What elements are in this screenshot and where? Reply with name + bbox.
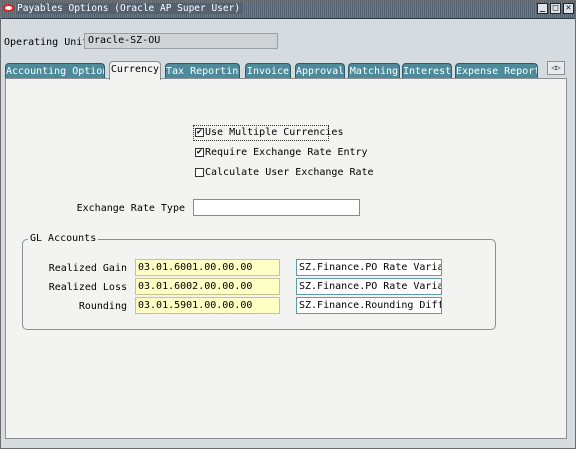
- use-multiple-currencies-label: Use Multiple Currencies: [205, 127, 344, 138]
- calculate-user-exchange-rate-checkbox[interactable]: [195, 168, 204, 177]
- currency-tab-panel: ✔ Use Multiple Currencies ✔ Require Exch…: [5, 78, 567, 439]
- tab-tax-reporting[interactable]: Tax Reporting: [165, 63, 240, 79]
- exchange-rate-type-input[interactable]: [193, 199, 360, 216]
- gl-accounts-title: GL Accounts: [28, 233, 99, 244]
- tab-bar: Accounting Option Currency Tax Reporting…: [5, 61, 571, 80]
- tab-expense-report[interactable]: Expense Report: [455, 63, 538, 79]
- realized-loss-description[interactable]: SZ.Finance.PO Rate Variance: [296, 278, 442, 295]
- require-exchange-rate-entry-label: Require Exchange Rate Entry: [205, 147, 368, 158]
- realized-loss-account-input[interactable]: 03.01.6002.00.00.00: [135, 278, 280, 295]
- realized-gain-description[interactable]: SZ.Finance.PO Rate Variance: [296, 259, 442, 276]
- exchange-rate-type-label: Exchange Rate Type: [76, 203, 185, 214]
- tab-accounting-option[interactable]: Accounting Option: [5, 63, 105, 79]
- calculate-user-exchange-rate-label: Calculate User Exchange Rate: [205, 167, 374, 178]
- rounding-description[interactable]: SZ.Finance.Rounding Differe: [296, 297, 442, 314]
- operating-unit-field[interactable]: Oracle-SZ-OU: [84, 33, 278, 49]
- oracle-logo-icon: [3, 4, 14, 12]
- gl-accounts-group: GL Accounts Realized Gain 03.01.6001.00.…: [22, 233, 496, 330]
- tab-interest[interactable]: Interest: [402, 63, 452, 79]
- window-title: Payables Options (Oracle AP Super User): [17, 3, 244, 14]
- title-bar[interactable]: Payables Options (Oracle AP Super User) …: [1, 1, 575, 19]
- realized-loss-label: Realized Loss: [48, 282, 127, 293]
- tab-scroll-arrows-icon[interactable]: ◁▷: [547, 61, 565, 75]
- require-exchange-rate-entry-checkbox[interactable]: ✔: [195, 148, 204, 157]
- rounding-account-input[interactable]: 03.01.5901.00.00.00: [135, 297, 280, 314]
- minimize-button[interactable]: _: [537, 3, 548, 14]
- realized-gain-account-input[interactable]: 03.01.6001.00.00.00: [135, 259, 280, 276]
- tab-invoice[interactable]: Invoice: [245, 63, 291, 79]
- operating-unit-label: Operating Unit: [4, 37, 89, 48]
- rounding-label: Rounding: [78, 301, 127, 312]
- tab-matching[interactable]: Matching: [348, 63, 400, 79]
- maximize-button[interactable]: □: [550, 3, 561, 14]
- payables-options-window: Payables Options (Oracle AP Super User) …: [0, 0, 576, 449]
- tab-currency[interactable]: Currency: [109, 61, 161, 80]
- use-multiple-currencies-checkbox[interactable]: ✔: [195, 128, 204, 137]
- tab-approval[interactable]: Approval: [295, 63, 345, 79]
- close-button[interactable]: ✕: [563, 3, 574, 14]
- realized-gain-label: Realized Gain: [48, 263, 127, 274]
